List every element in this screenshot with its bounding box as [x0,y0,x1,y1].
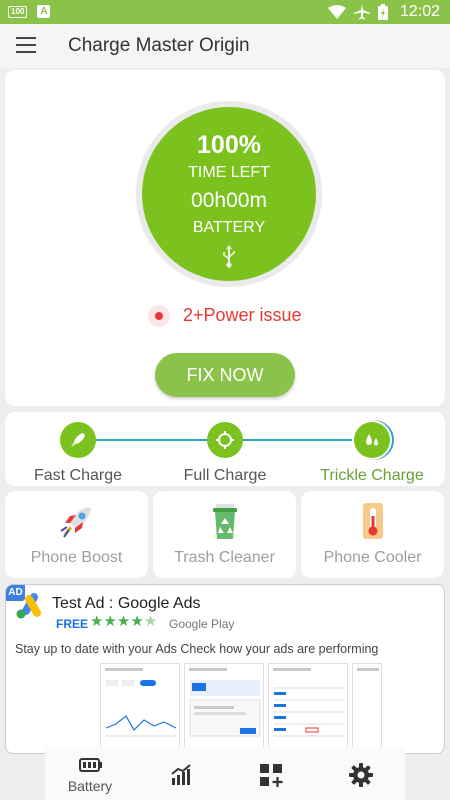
battery-status-card: 100% TIME LEFT 00h00m BATTERY 2+Power is… [5,70,445,406]
trash-cleaner-card[interactable]: Trash Cleaner [153,491,296,578]
chart-icon [171,764,191,785]
ad-store: Google Play [169,617,235,631]
charge-steps-card: Fast Charge Full Charge Trickle Charge [5,412,445,486]
rocket-icon[interactable] [60,422,96,458]
nav-battery[interactable]: Battery [45,747,135,800]
phone-cooler-label: Phone Cooler [323,549,422,566]
settings-icon [349,763,373,787]
ad-screenshot [184,663,264,753]
issue-alert-icon [148,305,170,327]
menu-icon[interactable] [16,37,36,53]
battery-label: BATTERY [192,219,266,236]
usb-icon [223,245,235,268]
drops-icon[interactable] [354,422,390,458]
battery-percent: 100% [197,131,261,159]
phone-boost-label: Phone Boost [30,549,123,566]
recycle-bin-icon [213,504,237,539]
ad-banner[interactable]: AD Test Ad : Google Ads FREE ★ ★ ★ ★ ★ Googl… [5,584,445,754]
nav-battery-label: Battery [67,778,113,794]
clock: 12:02 [399,3,440,20]
wifi-icon [327,5,346,19]
ad-rating: ★ ★ ★ ★ ★ [90,613,158,630]
step-label-trickle-charge: Trickle Charge [320,467,424,484]
nav-settings[interactable] [315,747,405,800]
ad-description: Stay up to date with your Ads Check how … [15,642,379,656]
battery-icon [79,758,102,772]
bottom-navigation: Battery [45,747,405,800]
notification-badge: 100 [8,5,28,18]
trash-cleaner-label: Trash Cleaner [174,549,275,566]
battery-gauge: 100% TIME LEFT 00h00m BATTERY [136,101,322,287]
time-left-label: TIME LEFT [188,164,270,181]
airplane-icon [353,4,370,20]
ad-screenshot [268,663,348,753]
status-bar: 100 A 12:02 [0,0,450,24]
phone-boost-card[interactable]: Phone Boost [5,491,148,578]
battery-gauge-fill: 100% TIME LEFT 00h00m BATTERY [142,107,316,281]
app-title: Charge Master Origin [68,35,250,56]
app-notification-icon: A [37,5,51,18]
battery-charging-icon [377,4,388,20]
power-issue-text[interactable]: 2+Power issue [183,305,302,326]
fix-now-button[interactable]: FIX NOW [155,353,295,397]
thermometer-icon [363,503,383,539]
app-bar: Charge Master Origin [0,24,450,68]
nav-stats[interactable] [135,747,225,800]
ad-price: FREE [56,617,89,631]
time-left-value: 00h00m [191,189,267,212]
ad-title[interactable]: Test Ad : Google Ads [52,595,201,613]
phone-cooler-card[interactable]: Phone Cooler [301,491,444,578]
google-ads-logo [16,593,41,619]
ad-screenshot [352,663,382,753]
rocket-boost-icon [60,507,91,538]
step-label-fast-charge: Fast Charge [33,467,123,484]
refresh-icon[interactable] [207,422,243,458]
step-label-full-charge: Full Charge [183,467,267,484]
apps-add-icon [260,764,283,787]
ad-screenshot [100,663,180,753]
nav-apps[interactable] [225,747,315,800]
